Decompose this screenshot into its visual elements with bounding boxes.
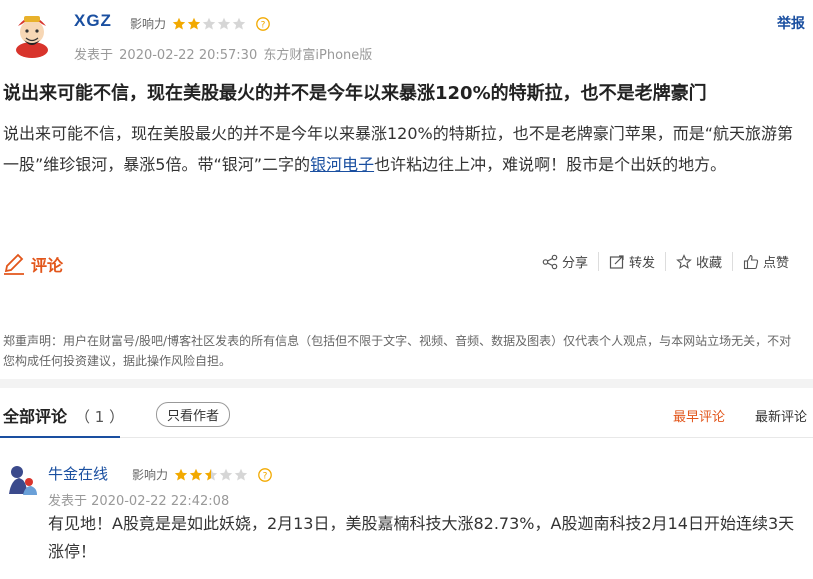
star-icon — [187, 17, 201, 29]
star-icon — [234, 468, 248, 480]
svg-text:?: ? — [261, 20, 266, 30]
post-source: 东方财富iPhone版 — [263, 48, 373, 63]
influence-label: 影响力 — [130, 17, 167, 31]
commenter-influence: 影响力 ? — [132, 466, 272, 483]
favorite-label: 收藏 — [695, 256, 722, 271]
star-icon — [189, 468, 203, 480]
post-title: 说出来可能不信，现在美股最火的并不是今年以来暴涨120%的特斯拉，也不是老牌豪门 — [3, 83, 707, 104]
help-icon[interactable]: ? — [256, 16, 270, 31]
body-text-part2: 也许粘边往上冲，难说啊！股市是个出妖的地方。 — [374, 155, 727, 174]
influence-stars — [174, 468, 248, 482]
post-actions: 分享 转发 收藏 点赞 — [532, 252, 799, 271]
comment-button[interactable]: 评论 — [3, 252, 63, 276]
star-outline-icon — [676, 253, 692, 269]
star-icon — [204, 468, 218, 480]
pencil-icon — [4, 253, 24, 275]
svg-text:?: ? — [263, 471, 268, 481]
like-label: 点赞 — [762, 256, 789, 271]
post-body: 说出来可能不信，现在美股最火的并不是今年以来暴涨120%的特斯拉，也不是老牌豪门… — [3, 118, 803, 180]
report-button[interactable]: 举报 — [777, 13, 805, 33]
all-comments-label: 全部评论 — [3, 407, 68, 426]
posted-prefix: 发表于 — [48, 494, 88, 509]
comments-header: 全部评论 （ 1 ） 只看作者 最早评论 最新评论 — [0, 388, 813, 438]
star-icon — [174, 468, 188, 480]
forward-label: 转发 — [628, 256, 655, 271]
post-meta: 发表于 2020-02-22 20:57:30 东方财富iPhone版 — [74, 44, 374, 63]
star-icon — [219, 468, 233, 480]
sort-latest[interactable]: 最新评论 — [755, 406, 807, 425]
forward-button[interactable]: 转发 — [597, 252, 665, 271]
influence-label: 影响力 — [132, 468, 169, 482]
share-label: 分享 — [561, 256, 588, 271]
star-icon — [232, 17, 246, 29]
comment-meta: 发表于 2020-02-22 22:42:08 — [48, 490, 229, 509]
help-icon[interactable]: ? — [258, 467, 272, 482]
section-divider — [0, 379, 813, 388]
sort-earliest[interactable]: 最早评论 — [673, 406, 725, 425]
posted-prefix: 发表于 — [74, 48, 114, 63]
comment-label: 评论 — [31, 256, 64, 275]
share-button[interactable]: 分享 — [532, 252, 598, 271]
active-tab-indicator — [0, 436, 120, 438]
comment-text: 有见地！A股竟是是如此妖娆，2月13日，美股嘉楠科技大涨82.73%，A股迦南科… — [48, 514, 795, 561]
posted-time: 2020-02-22 20:57:30 — [119, 48, 258, 63]
star-icon — [217, 17, 231, 29]
tab-all-comments[interactable]: 全部评论 （ 1 ） — [3, 403, 124, 427]
post-header: XGZ 影响力 ? 发表于 2020-02-22 20:57:30 东方财富iP… — [0, 0, 813, 70]
favorite-button[interactable]: 收藏 — [664, 252, 732, 271]
star-icon — [202, 17, 216, 29]
commenter-avatar[interactable] — [5, 462, 39, 496]
star-icon — [172, 17, 186, 29]
author-only-toggle[interactable]: 只看作者 — [156, 402, 231, 427]
posted-time: 2020-02-22 22:42:08 — [91, 494, 230, 509]
share-icon — [542, 254, 558, 269]
stock-link[interactable]: 银河电子 — [310, 155, 374, 174]
author-avatar[interactable] — [8, 10, 56, 58]
commenter-name[interactable]: 牛金在线 — [48, 463, 108, 484]
sort-options: 最早评论 最新评论 — [673, 406, 807, 425]
author-name[interactable]: XGZ — [74, 11, 112, 31]
thumbs-up-icon — [743, 254, 759, 269]
forward-icon — [609, 254, 624, 269]
comment-count: （ 1 ） — [75, 408, 125, 426]
disclaimer: 郑重声明：用户在财富号/股吧/博客社区发表的所有信息（包括但不限于文字、视频、音… — [3, 334, 792, 368]
influence-stars — [172, 17, 246, 31]
influence-rating: 影响力 ? — [130, 15, 270, 32]
like-button[interactable]: 点赞 — [731, 252, 799, 271]
